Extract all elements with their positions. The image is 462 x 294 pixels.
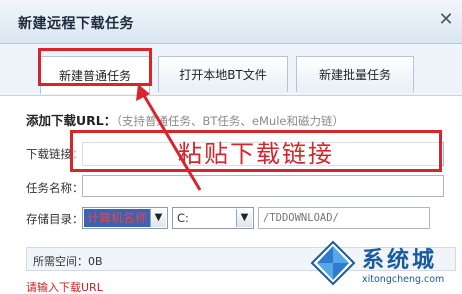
watermark-logo-icon bbox=[310, 240, 356, 286]
site-watermark: 系统城 xitongcheng.com bbox=[310, 238, 460, 292]
watermark-brand: 系统城 bbox=[362, 248, 438, 273]
annotation-arrow-head bbox=[136, 84, 150, 101]
new-remote-download-dialog: 新建远程下载任务 ✕ 新建普通任务 打开本地BT文件 新建批量任务 添加下载UR… bbox=[0, 0, 462, 294]
watermark-url: xitongcheng.com bbox=[362, 274, 445, 285]
annotation-arrow-line bbox=[140, 91, 202, 191]
